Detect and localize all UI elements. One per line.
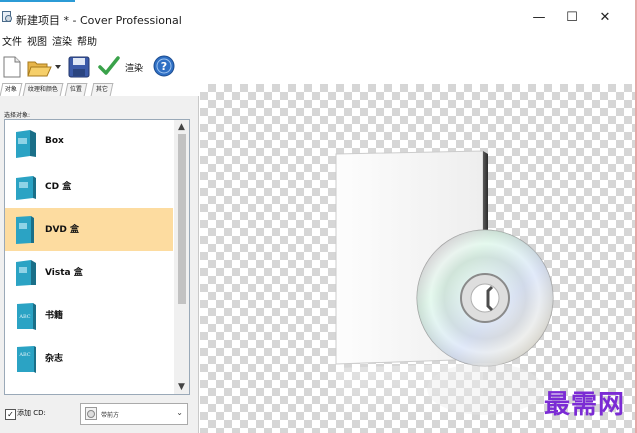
list-item-vista-box[interactable]: Vista 盒	[5, 251, 173, 294]
maximize-button[interactable]: ☐	[555, 7, 589, 29]
dvd-preview-render	[335, 150, 554, 420]
open-folder-icon[interactable]	[27, 58, 53, 78]
save-icon[interactable]	[68, 56, 90, 78]
menu-view[interactable]: 视图	[27, 33, 47, 48]
tab-texture-color[interactable]: 纹理和颜色	[22, 83, 64, 96]
list-item-cd-case[interactable]: CD 盒	[5, 165, 173, 208]
book-icon: ABC	[17, 303, 36, 330]
window-accent-line	[0, 0, 75, 2]
menu-render[interactable]: 渲染	[52, 33, 72, 48]
render-label[interactable]: 渲染	[125, 61, 143, 74]
title-bar[interactable]: 新建项目 * - Cover Professional — ☐ ✕	[0, 3, 635, 31]
new-file-icon[interactable]	[3, 56, 21, 78]
add-cd-label: 添加 CD:	[17, 409, 46, 417]
add-cd-checkbox[interactable]: ✓	[5, 409, 16, 420]
disc-style-value: 带前方	[101, 412, 120, 419]
list-item-magazine[interactable]: ABC 杂志	[5, 337, 173, 380]
scroll-down-icon[interactable]: ▼	[174, 380, 189, 394]
help-icon[interactable]: ?	[153, 55, 175, 77]
add-cd-row: ✓ 添加 CD: 带前方 ⌄	[0, 400, 198, 428]
list-item-book[interactable]: ABC 书籍	[5, 294, 173, 337]
vista-box-icon	[16, 260, 36, 286]
list-item-box[interactable]: Box	[5, 122, 173, 165]
watermark-logo: 最需网	[543, 390, 625, 420]
box-icon	[16, 130, 36, 158]
tab-position[interactable]: 位置	[64, 83, 88, 96]
close-button[interactable]: ✕	[588, 7, 622, 29]
list-item-dvd-case[interactable]: DVD 盒	[5, 208, 173, 251]
menu-bar: 文件 视图 渲染 帮助	[0, 31, 635, 49]
cd-case-icon	[16, 176, 36, 200]
menu-help[interactable]: 帮助	[77, 33, 97, 48]
panel-tabs: 对象 纹理和颜色 位置 其它	[0, 83, 198, 97]
app-window: 新建项目 * - Cover Professional — ☐ ✕ 文件 视图 …	[0, 0, 637, 433]
preview-canvas[interactable]: 最需网	[200, 84, 635, 433]
svg-text:ABC: ABC	[18, 314, 30, 320]
select-object-label: 选择对象:	[4, 112, 31, 119]
app-icon	[2, 11, 12, 22]
magazine-icon: ABC	[17, 346, 36, 373]
scroll-up-icon[interactable]: ▲	[174, 120, 189, 134]
chevron-down-icon: ⌄	[176, 408, 183, 417]
dvd-case-icon	[16, 216, 34, 244]
disc-style-icon	[85, 407, 97, 420]
disc-style-dropdown[interactable]: 带前方 ⌄	[80, 403, 188, 425]
scroll-thumb[interactable]	[178, 134, 186, 304]
svg-text:ABC: ABC	[18, 352, 30, 358]
toolbar: 渲染 ?	[0, 51, 200, 83]
svg-text:?: ?	[161, 60, 167, 73]
tab-other[interactable]: 其它	[90, 83, 114, 96]
menu-file[interactable]: 文件	[2, 33, 22, 48]
tab-objects[interactable]: 对象	[0, 83, 23, 96]
object-list[interactable]: Box CD 盒 DVD 盒 Vista 盒 ABC 书籍 ABC 杂志 ▲ ▼	[4, 119, 190, 395]
window-title: 新建项目 * - Cover Professional	[16, 14, 182, 27]
minimize-button[interactable]: —	[522, 7, 556, 29]
render-check-icon[interactable]	[98, 56, 120, 76]
open-dropdown-arrow-icon[interactable]	[55, 65, 61, 69]
list-scrollbar[interactable]: ▲ ▼	[174, 120, 189, 394]
